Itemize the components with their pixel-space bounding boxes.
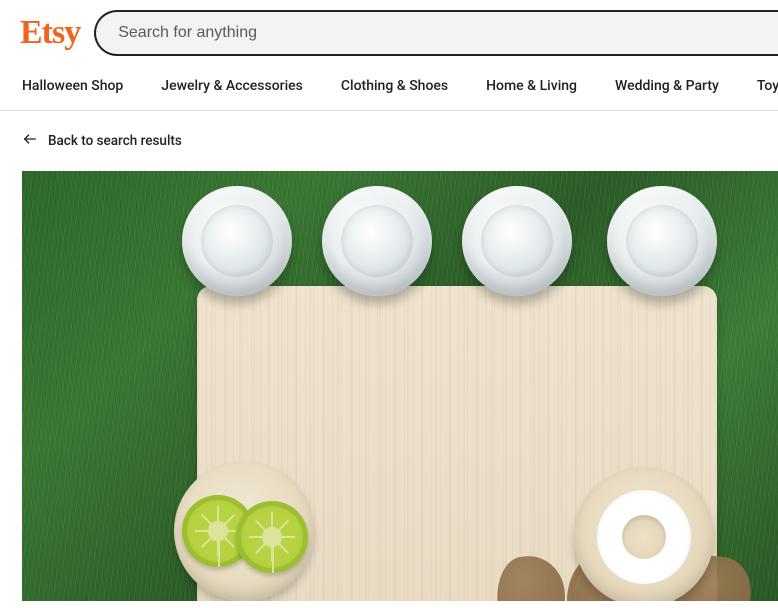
category-nav: Halloween Shop Jewelry & Accessories Clo… — [0, 66, 778, 111]
brand-logo[interactable]: Etsy — [20, 14, 80, 52]
nav-item-home[interactable]: Home & Living — [486, 78, 577, 94]
nav-item-jewelry[interactable]: Jewelry & Accessories — [161, 78, 303, 94]
site-header: Etsy — [0, 0, 778, 66]
shot-glass-1 — [182, 186, 292, 296]
salt-ring-icon — [597, 490, 691, 584]
back-to-results-link[interactable]: Back to search results — [0, 111, 778, 171]
back-to-results-label: Back to search results — [48, 133, 182, 149]
shot-glass-3 — [462, 186, 572, 296]
nav-item-halloween-shop[interactable]: Halloween Shop — [22, 78, 123, 94]
search-input[interactable] — [94, 10, 778, 56]
lime-wedge-2 — [236, 501, 308, 573]
shot-glass-2 — [322, 186, 432, 296]
shot-glass-4 — [607, 186, 717, 296]
nav-item-wedding[interactable]: Wedding & Party — [615, 78, 719, 94]
product-main-image[interactable]: HOCUS POCUS I NEED Tequila TO FOCUS — [22, 171, 778, 601]
nav-item-clothing[interactable]: Clothing & Shoes — [341, 78, 448, 94]
search-container — [94, 10, 778, 56]
salt-dish — [574, 467, 714, 601]
nav-item-toys[interactable]: Toys — [757, 78, 778, 94]
lime-dish — [174, 461, 314, 601]
arrow-left-icon — [22, 131, 38, 151]
